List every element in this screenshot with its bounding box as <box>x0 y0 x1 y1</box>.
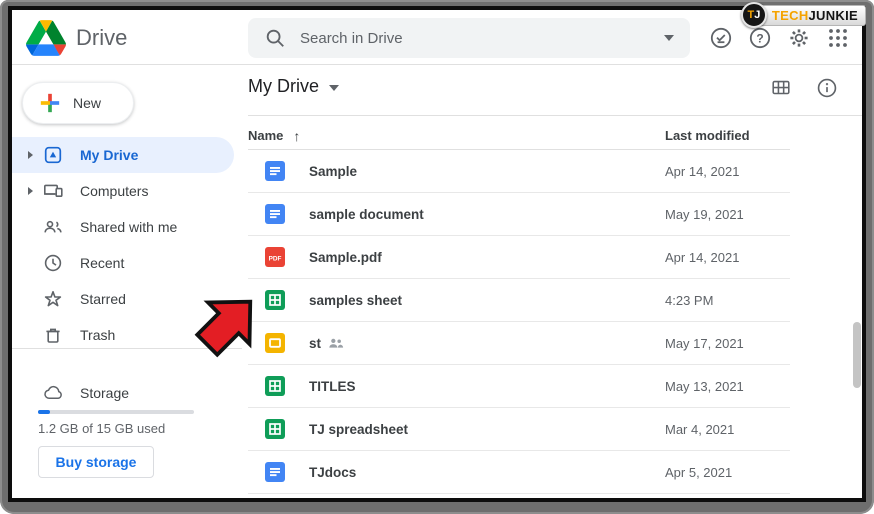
techjunkie-logo-icon: TJ <box>741 2 767 28</box>
sidebar-item-storage[interactable]: Storage <box>12 375 234 411</box>
file-name: sample document <box>309 207 424 222</box>
file-type-icon <box>265 462 285 482</box>
file-last-modified: Apr 5, 2021 <box>665 465 732 480</box>
google-plus-icon <box>39 92 61 114</box>
storage-meter-fill <box>38 410 50 414</box>
vertical-scrollbar-thumb[interactable] <box>853 322 861 388</box>
breadcrumb-my-drive[interactable]: My Drive <box>248 76 339 97</box>
column-header-last-modified[interactable]: Last modified <box>665 128 750 143</box>
sidebar-item-icon <box>43 289 63 309</box>
list-header: Name ↑ Last modified <box>248 122 790 150</box>
screenshot-frame: Drive Search in Drive ? <box>0 0 874 514</box>
help-icon[interactable]: ? <box>748 26 772 50</box>
sidebar-item-icon <box>43 325 63 345</box>
file-row[interactable]: sample document May 19, 2021 <box>248 193 790 236</box>
storage-usage-text: 1.2 GB of 15 GB used <box>38 421 165 436</box>
expand-arrow-icon[interactable] <box>22 151 38 159</box>
storage-meter <box>38 410 194 414</box>
file-last-modified: Apr 14, 2021 <box>665 250 739 265</box>
sidebar-item-icon <box>43 181 63 201</box>
file-last-modified: Apr 14, 2021 <box>665 164 739 179</box>
sidebar-item-label: My Drive <box>80 147 138 163</box>
drive-window: Drive Search in Drive ? <box>8 6 866 502</box>
file-last-modified: May 19, 2021 <box>665 207 744 222</box>
search-icon <box>264 27 286 49</box>
expand-arrow-icon[interactable] <box>22 187 38 195</box>
svg-text:PDF: PDF <box>269 255 282 262</box>
file-type-icon <box>265 204 285 224</box>
sidebar-item-icon <box>43 145 63 165</box>
drive-logo[interactable]: Drive <box>26 17 127 59</box>
cloud-icon <box>43 383 63 403</box>
file-last-modified: May 13, 2021 <box>665 379 744 394</box>
file-type-icon <box>265 290 285 310</box>
file-type-icon: PDF <box>265 247 285 267</box>
page-title: My Drive <box>248 76 319 97</box>
sidebar-item-icon <box>43 217 63 237</box>
file-row[interactable]: PDF Sample.pdf Apr 14, 2021 <box>248 236 790 279</box>
sidebar-item-label: Storage <box>80 385 129 401</box>
settings-gear-icon[interactable] <box>787 26 811 50</box>
techjunkie-watermark: TJ TECHJUNKIE <box>741 2 866 28</box>
search-input[interactable]: Search in Drive <box>300 30 664 47</box>
file-name: samples sheet <box>309 293 402 308</box>
file-row[interactable]: TJdocs Apr 5, 2021 <box>248 451 790 494</box>
file-type-icon <box>265 161 285 181</box>
breadcrumb-caret-icon[interactable] <box>329 85 339 91</box>
apps-grid-icon[interactable] <box>826 26 850 50</box>
sidebar-item-label: Recent <box>80 255 124 271</box>
file-last-modified: 4:23 PM <box>665 293 713 308</box>
sidebar: New My Drive Computers Shared with me Re… <box>12 65 242 498</box>
file-name: TJdocs <box>309 465 356 480</box>
file-name: Sample.pdf <box>309 250 382 265</box>
sidebar-item-my-drive[interactable]: My Drive <box>12 137 234 173</box>
buy-storage-button[interactable]: Buy storage <box>38 446 154 478</box>
sidebar-item-label: Starred <box>80 291 126 307</box>
file-row[interactable]: TJ spreadsheet Mar 4, 2021 <box>248 408 790 451</box>
drive-triangle-icon <box>26 20 66 56</box>
app-bar: Drive Search in Drive ? <box>12 10 862 65</box>
file-type-icon <box>265 419 285 439</box>
sidebar-item-shared-with-me[interactable]: Shared with me <box>12 209 234 245</box>
file-row[interactable]: st May 17, 2021 <box>248 322 790 365</box>
file-name: TITLES <box>309 379 356 394</box>
info-icon[interactable] <box>816 77 840 101</box>
new-button[interactable]: New <box>22 82 134 124</box>
annotation-arrow <box>190 286 266 362</box>
sidebar-item-label: Shared with me <box>80 219 177 235</box>
shared-people-icon <box>328 336 344 350</box>
search-bar[interactable]: Search in Drive <box>248 18 690 58</box>
sort-ascending-icon[interactable]: ↑ <box>293 128 300 144</box>
file-row[interactable]: samples sheet 4:23 PM <box>248 279 790 322</box>
grid-view-icon[interactable] <box>770 77 794 101</box>
search-options-caret-icon[interactable] <box>664 35 674 41</box>
file-row[interactable]: TITLES May 13, 2021 <box>248 365 790 408</box>
toolbar-divider <box>248 115 862 116</box>
offline-check-icon[interactable] <box>709 26 733 50</box>
file-type-icon <box>265 333 285 353</box>
file-name: Sample <box>309 164 357 179</box>
sidebar-item-label: Trash <box>80 327 115 343</box>
file-last-modified: Mar 4, 2021 <box>665 422 734 437</box>
file-name: TJ spreadsheet <box>309 422 408 437</box>
column-header-name[interactable]: Name <box>248 128 283 143</box>
file-type-icon <box>265 376 285 396</box>
drive-logo-label: Drive <box>76 25 127 51</box>
sidebar-item-label: Computers <box>80 183 148 199</box>
file-name: st <box>309 336 321 351</box>
sidebar-item-icon <box>43 253 63 273</box>
new-button-label: New <box>73 95 101 111</box>
file-last-modified: May 17, 2021 <box>665 336 744 351</box>
file-row[interactable]: Sample Apr 14, 2021 <box>248 150 790 193</box>
svg-text:?: ? <box>756 31 763 45</box>
sidebar-item-computers[interactable]: Computers <box>12 173 234 209</box>
sidebar-item-recent[interactable]: Recent <box>12 245 234 281</box>
techjunkie-wordmark: TECHJUNKIE <box>754 5 866 26</box>
